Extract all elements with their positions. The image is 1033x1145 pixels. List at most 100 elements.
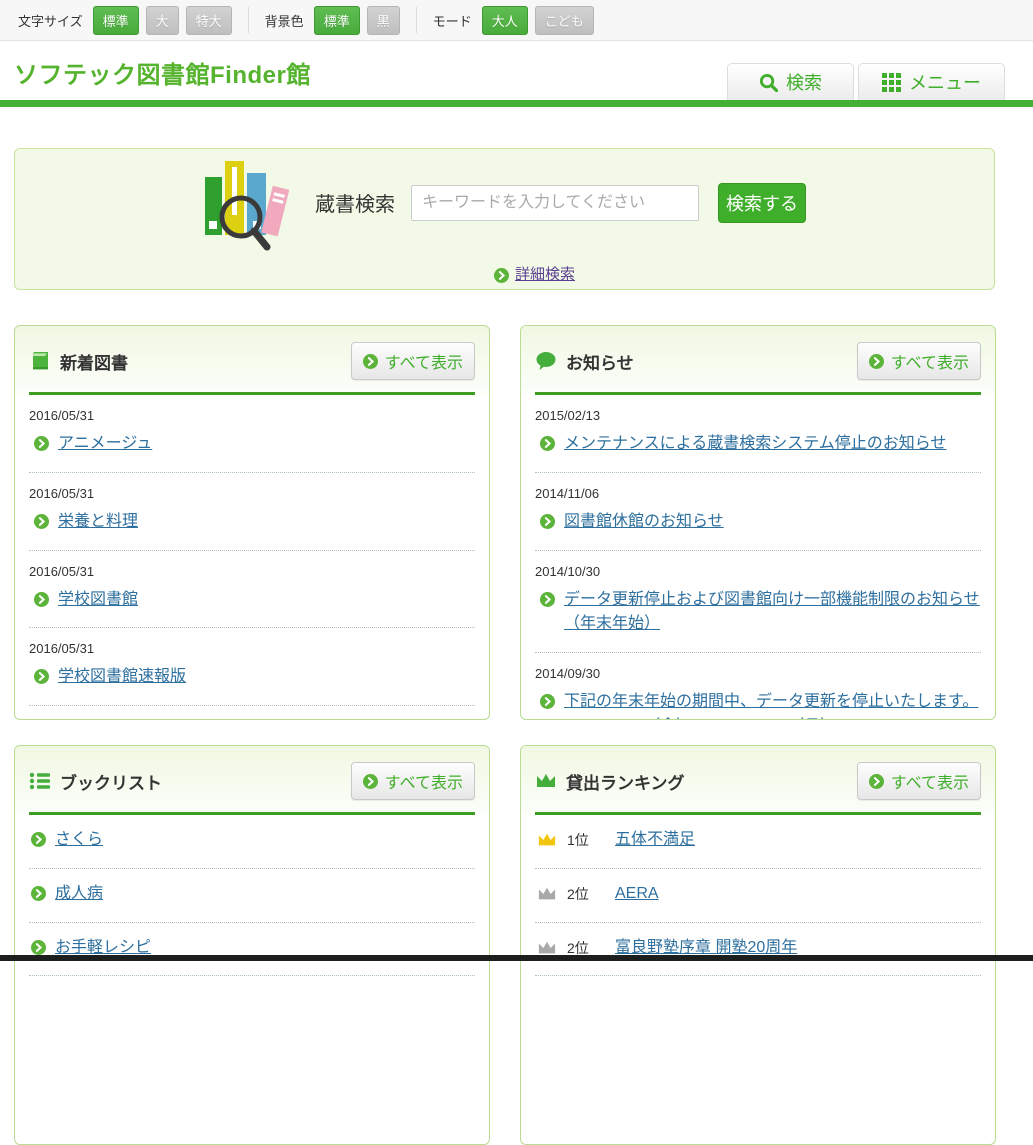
news-link[interactable]: メンテナンスによる蔵書検索システム停止のお知らせ: [564, 432, 946, 457]
new-book-link[interactable]: アニメージュ: [58, 432, 152, 457]
font-size-group: 文字サイズ 標準 大 特大: [14, 7, 249, 33]
arrow-circle-icon: [869, 354, 884, 369]
list-item: さくら: [29, 815, 475, 869]
font-size-large-button[interactable]: 大: [146, 6, 179, 35]
gold-crown-icon: [537, 831, 557, 849]
new-book-link[interactable]: 栄養と料理: [58, 510, 138, 535]
booklist-title: ブックリスト: [60, 769, 351, 794]
new-book-link[interactable]: 学校図書館: [58, 588, 138, 613]
booklist-link[interactable]: 成人病: [55, 882, 103, 907]
mode-group: モード 大人 こども: [417, 7, 610, 33]
arrow-circle-icon: [363, 354, 378, 369]
book-icon: [29, 350, 51, 372]
header-search-button[interactable]: 検索: [727, 63, 854, 100]
catalog-search-label: 蔵書検索: [315, 188, 395, 217]
new-book-link[interactable]: 学校図書館速報版: [58, 665, 186, 690]
crown-icon: [535, 770, 557, 792]
list-item: お手軽レシピ: [29, 923, 475, 977]
news-link[interactable]: 下記の年末年始の期間中、データ更新を停止いたします。2014/12/26（金）～…: [564, 690, 981, 720]
header-menu-button[interactable]: メニュー: [858, 63, 1005, 100]
item-date: 2016/05/31: [29, 564, 475, 579]
accessibility-toolbar: 文字サイズ 標準 大 特大 背景色 標準 黒 モード 大人 こども: [0, 0, 1033, 41]
header-tabs: 検索 メニュー: [727, 63, 1005, 100]
arrow-circle-icon: [31, 886, 46, 901]
arrow-circle-icon: [34, 669, 49, 684]
list-item: 2016/05/31 学校図書館速報版: [29, 628, 475, 706]
bg-color-black-button[interactable]: 黒: [367, 6, 400, 35]
bg-color-standard-button[interactable]: 標準: [314, 6, 360, 35]
arrow-circle-icon: [540, 694, 555, 709]
ranking-link[interactable]: AERA: [615, 882, 659, 907]
item-date: 2016/05/31: [29, 641, 475, 656]
arrow-circle-icon: [540, 514, 555, 529]
mode-kids-button[interactable]: こども: [535, 6, 594, 35]
news-link[interactable]: 図書館休館のお知らせ: [564, 510, 724, 535]
list-item: 2位 富良野塾序章 開塾20周年: [535, 923, 981, 977]
search-submit-button[interactable]: 検索する: [718, 183, 806, 223]
news-show-all-button[interactable]: すべて表示: [857, 342, 981, 380]
arrow-circle-icon: [494, 268, 509, 283]
list-item: 2014/09/30 下記の年末年始の期間中、データ更新を停止いたします。201…: [535, 653, 981, 720]
mode-adult-button[interactable]: 大人: [482, 6, 528, 35]
header-menu-label: メニュー: [909, 69, 981, 95]
ranking-panel: 貸出ランキング すべて表示 1位 五体不満足: [520, 745, 996, 1145]
list-item: 成人病: [29, 869, 475, 923]
catalog-search-panel: 蔵書検索 検索する 詳細検索: [14, 148, 995, 290]
mode-label: モード: [433, 11, 472, 30]
booklist-panel: ブックリスト すべて表示 さくら: [14, 745, 490, 1145]
item-date: 2014/10/30: [535, 564, 981, 579]
arrow-circle-icon: [363, 774, 378, 789]
arrow-circle-icon: [540, 436, 555, 451]
list-item: 2位 AERA: [535, 869, 981, 923]
bg-color-group: 背景色 標準 黒: [249, 7, 417, 33]
grid-menu-icon: [882, 73, 901, 92]
item-date: 2015/02/13: [535, 408, 981, 423]
ranking-title: 貸出ランキング: [566, 769, 857, 794]
arrow-circle-icon: [34, 436, 49, 451]
header-search-label: 検索: [786, 69, 822, 95]
bg-color-label: 背景色: [265, 11, 304, 30]
site-title: ソフテック図書館Finder館: [14, 55, 311, 90]
new-books-panel: 新着図書 すべて表示 2016/05/31 アニメージュ: [14, 325, 490, 720]
bottom-edge-bar: [0, 955, 1033, 961]
new-books-show-all-button[interactable]: すべて表示: [351, 342, 475, 380]
list-icon: [29, 770, 51, 792]
font-size-xlarge-button[interactable]: 特大: [186, 6, 232, 35]
font-size-label: 文字サイズ: [18, 11, 83, 30]
list-item: 2015/02/13 メンテナンスによる蔵書検索システム停止のお知らせ: [535, 395, 981, 473]
list-item: 2014/11/06 図書館休館のお知らせ: [535, 473, 981, 551]
list-item: 2016/05/31 学校図書館: [29, 551, 475, 629]
search-icon: [759, 73, 778, 92]
list-item: 2016/05/31 アニメージュ: [29, 395, 475, 473]
list-item: 2014/10/30 データ更新停止および図書館向け一部機能制限のお知らせ（年末…: [535, 551, 981, 654]
arrow-circle-icon: [869, 774, 884, 789]
ranking-link[interactable]: 五体不満足: [615, 828, 695, 853]
list-item: 1位 五体不満足: [535, 815, 981, 869]
arrow-circle-icon: [34, 514, 49, 529]
arrow-circle-icon: [31, 940, 46, 955]
new-books-title: 新着図書: [60, 349, 351, 374]
advanced-search-link[interactable]: 詳細検索: [515, 263, 575, 284]
item-date: 2016/05/31: [29, 486, 475, 501]
site-header: ソフテック図書館Finder館 検索 メニュー: [0, 41, 1033, 100]
ranking-show-all-button[interactable]: すべて表示: [857, 762, 981, 800]
news-link[interactable]: データ更新停止および図書館向け一部機能制限のお知らせ（年末年始）: [564, 588, 981, 638]
item-date: 2014/09/30: [535, 666, 981, 681]
booklist-show-all-button[interactable]: すべて表示: [351, 762, 475, 800]
books-and-magnifier-icon: [203, 155, 291, 251]
rank-label: 1位: [567, 830, 605, 850]
font-size-standard-button[interactable]: 標準: [93, 6, 139, 35]
item-date: 2014/11/06: [535, 486, 981, 501]
keyword-search-input[interactable]: [411, 185, 699, 221]
header-accent-bar: [0, 100, 1033, 107]
news-title: お知らせ: [566, 349, 857, 374]
speech-bubble-icon: [535, 350, 557, 372]
list-item: 2016/05/31 栄養と料理: [29, 473, 475, 551]
arrow-circle-icon: [540, 592, 555, 607]
rank-label: 2位: [567, 884, 605, 904]
silver-crown-icon: [537, 885, 557, 903]
arrow-circle-icon: [34, 592, 49, 607]
item-date: 2016/05/31: [29, 408, 475, 423]
content-panels: 新着図書 すべて表示 2016/05/31 アニメージュ: [14, 325, 1033, 1145]
booklist-link[interactable]: さくら: [55, 828, 103, 853]
